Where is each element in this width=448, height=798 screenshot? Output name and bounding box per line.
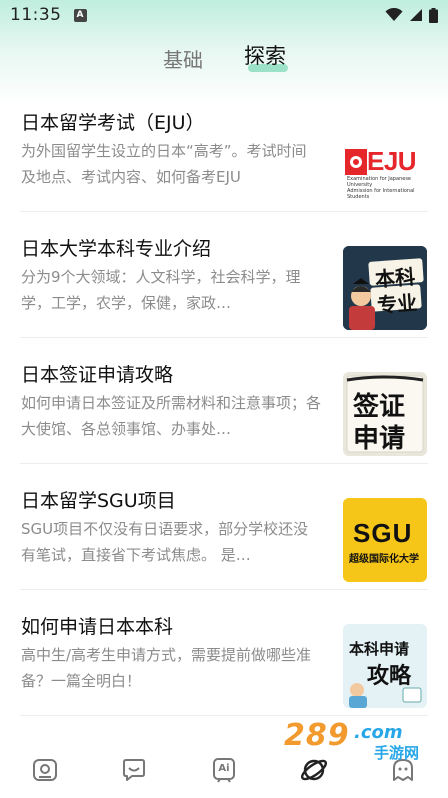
article-thumbnail: SGU 超级国际化大学 [343,498,427,582]
photo-card-icon [32,759,57,781]
article-thumbnail: EJU Examination for Japanese University … [343,120,427,204]
article-item-apply[interactable]: 如何申请日本本科 高中生/高考生申请方式，需要提前做哪些准备？一篇全明白！ 本科… [0,590,448,716]
top-tabs: 基础 探索 [0,40,448,76]
thumb-line2: 攻略 [367,664,412,689]
thumb-line1: 本科申请 [349,640,410,658]
watermark-site: 手游网 [374,744,420,762]
ai-icon-label: Ai [218,762,230,774]
article-item-sgu[interactable]: 日本留学SGU项目 SGU项目不仅没有日语要求，部分学校还没有笔试，直接省下考试… [0,464,448,590]
site-watermark: 289 .com 手游网 [282,718,442,762]
tab-explore[interactable]: 探索 [244,40,286,70]
wifi-icon [385,8,403,21]
battery-icon [429,7,438,23]
article-title: 日本签证申请攻略 [21,364,174,386]
tab-explore-label: 探索 [244,44,286,68]
eju-logo: EJU [345,146,417,177]
tab-basic-label: 基础 [163,48,203,72]
tab-basic[interactable]: 基础 [163,44,203,73]
status-icons [385,7,438,23]
signal-icon [410,9,422,21]
eju-logo-text: EJU [367,146,417,176]
article-description: 分为9个大领域：人文科学，社会科学，理学，工学，农学，保健，家政… [21,268,301,312]
nav-photo[interactable] [25,750,65,790]
article-description: 如何申请日本签证及所需材料和注意事项；各大使馆、各总领事馆、办事处… [21,394,321,438]
status-time: 11:35 [10,5,62,25]
article-item-majors[interactable]: 日本大学本科专业介绍 分为9个大领域：人文科学，社会科学，理学，工学，农学，保健… [0,212,448,338]
thumb-line1: SGU [353,518,413,548]
nav-chat[interactable] [114,750,154,790]
nav-ai[interactable]: Ai [204,750,244,790]
status-bar: 11:35 A [0,0,448,30]
eju-sub-line1: Examination for Japanese University [347,176,412,188]
notification-badge: A [73,8,87,22]
article-item-visa[interactable]: 日本签证申请攻略 如何申请日本签证及所需材料和注意事项；各大使馆、各总领事馆、办… [0,338,448,464]
article-thumbnail: 签证 申请 [343,372,427,456]
article-title: 日本大学本科专业介绍 [21,238,212,260]
chat-bubble-icon [123,759,146,781]
article-thumbnail: 本科申请 攻略 [343,624,427,708]
article-title: 日本留学考试（EJU） [21,112,205,134]
watermark-number: 289 [284,718,350,753]
thumb-line2: 申请 [353,424,406,454]
watermark-domain: .com [354,722,403,743]
eju-sub-line2: Admission for International Students [347,188,415,200]
thumb-line2: 专业 [376,290,418,318]
article-item-eju[interactable]: 日本留学考试（EJU） 为外国留学生设立的日本“高考”。考试时间及地点、考试内容… [0,86,448,212]
article-title: 如何申请日本本科 [21,616,174,638]
article-description: SGU项目不仅没有日语要求，部分学校还没有笔试，直接省下考试焦虑。 是… [21,520,309,564]
divider [20,715,428,716]
article-thumbnail: 本科 专业 [343,246,427,330]
article-description: 为外国留学生设立的日本“高考”。考试时间及地点、考试内容、如何备考EJU [21,142,307,186]
article-title: 日本留学SGU项目 [21,490,176,512]
thumb-line2: 超级国际化大学 [349,554,419,565]
eju-emblem-icon [345,148,367,175]
article-description: 高中生/高考生申请方式，需要提前做哪些准备？一篇全明白！ [21,646,312,690]
eju-logo-subtitle: Examination for Japanese University Admi… [347,176,427,200]
